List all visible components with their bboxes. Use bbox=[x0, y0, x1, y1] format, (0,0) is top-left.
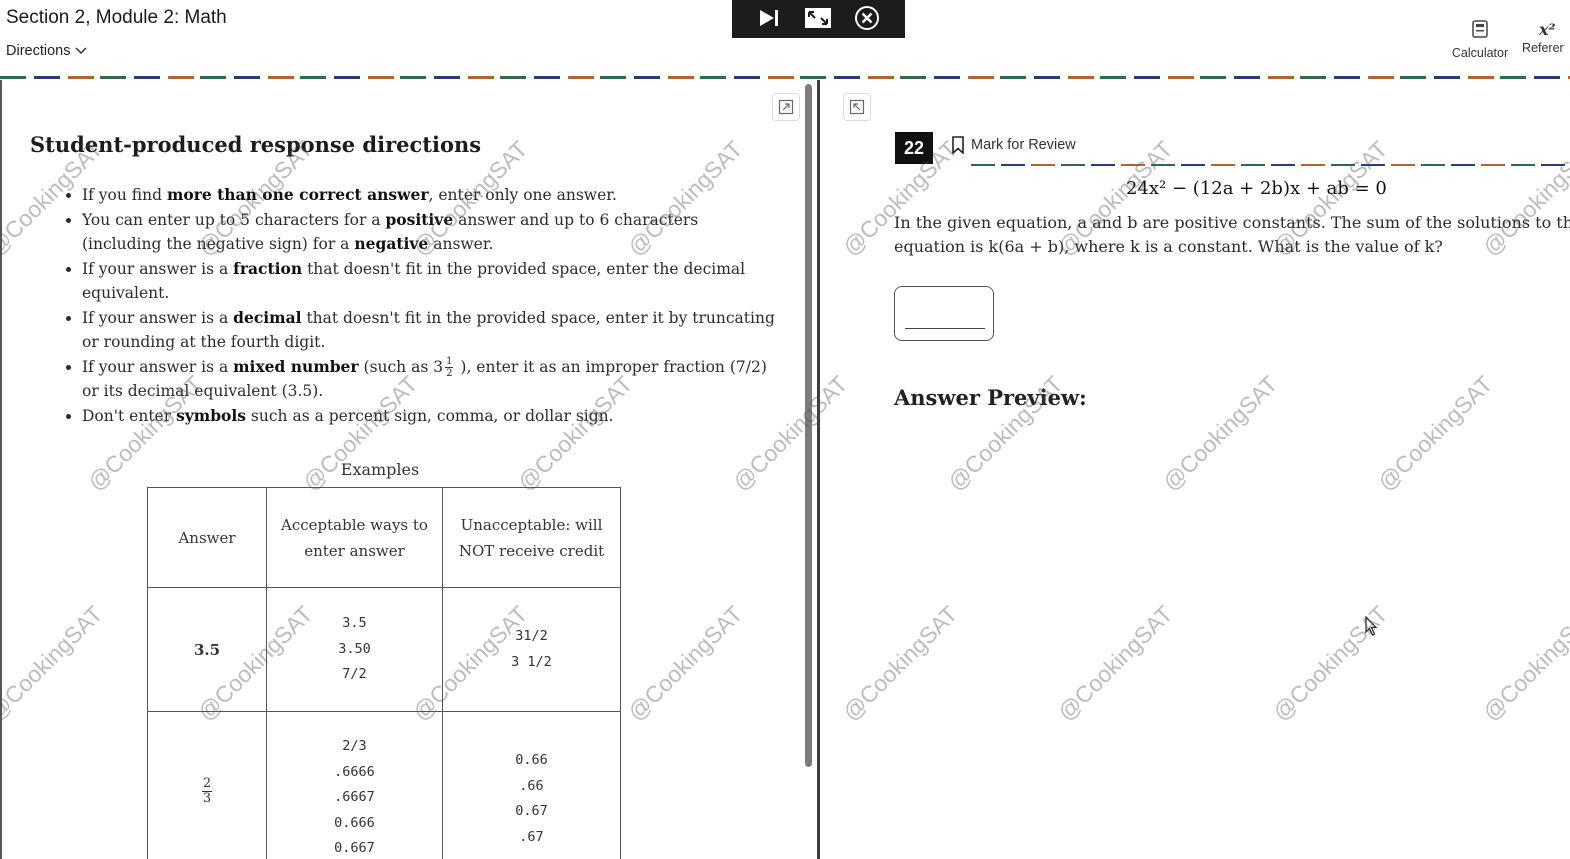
directions-dropdown[interactable]: Directions bbox=[6, 43, 87, 59]
rule-emphasis: more than one correct answer bbox=[166, 185, 429, 204]
question-equation: 24x² − (12a + 2b)x + ab = 0 bbox=[1126, 178, 1387, 199]
rule-text: You can enter up to 5 characters for a bbox=[82, 210, 386, 229]
rule-emphasis: positive bbox=[385, 209, 454, 229]
rule-item: If your answer is a decimal that doesn't… bbox=[82, 306, 782, 355]
cell-value: .6666 bbox=[334, 763, 375, 780]
header-divider bbox=[0, 76, 1570, 79]
rule-text: If you find bbox=[82, 186, 167, 204]
cell-value: 0.667 bbox=[334, 840, 375, 856]
player-control-bar bbox=[732, 0, 905, 38]
question-text-line: In the given equation, a and b are posit… bbox=[894, 213, 1570, 232]
row1-unacceptable: 31/2 3 1/2 bbox=[442, 587, 621, 712]
cell-value: 3 1/2 bbox=[511, 653, 552, 670]
question-text-line: equation is k(6a + b), where k is a cons… bbox=[894, 237, 1443, 256]
cell-value: 31/2 bbox=[515, 628, 548, 644]
calculator-icon bbox=[1472, 20, 1488, 38]
expand-pane-button[interactable] bbox=[772, 93, 800, 121]
cell-value: 0.66 bbox=[515, 752, 548, 768]
answer-fraction: 23 bbox=[201, 776, 213, 806]
row2-answer: 23 bbox=[147, 711, 267, 859]
rule-text: If your answer is a bbox=[82, 259, 234, 278]
question-pane: 22 Mark for Review 24x² − (12a + 2b)x + … bbox=[821, 80, 1570, 859]
answer-input[interactable] bbox=[894, 286, 994, 341]
rule-item: If your answer is a fraction that doesn'… bbox=[82, 257, 782, 306]
directions-scrollbar[interactable] bbox=[805, 84, 812, 767]
fraction-denominator: 2 bbox=[446, 368, 453, 379]
cell-value: 3.50 bbox=[338, 640, 371, 657]
table-row: 3.5 3.5 3.50 7/2 31/2 3 1/2 bbox=[147, 587, 621, 712]
cell-value: .6667 bbox=[334, 789, 375, 805]
fraction-numerator: 2 bbox=[201, 776, 213, 792]
collapse-icon bbox=[849, 99, 865, 115]
cell-value: .67 bbox=[519, 828, 544, 845]
rule-emphasis: decimal bbox=[233, 307, 302, 327]
rule-text: Don't enter bbox=[82, 406, 177, 425]
examples-table: Answer Acceptable ways to enter answer U… bbox=[147, 487, 621, 859]
header-answer: Answer bbox=[147, 487, 267, 588]
collapse-pane-button[interactable] bbox=[843, 93, 871, 121]
reference-button[interactable]: x² Referer bbox=[1522, 20, 1570, 55]
rule-item: If you find more than one correct answer… bbox=[82, 183, 782, 208]
bookmark-icon bbox=[952, 136, 964, 154]
mixed-number-fraction: 12 bbox=[445, 356, 454, 379]
question-text: In the given equation, a and b are posit… bbox=[894, 211, 1570, 259]
directions-heading: Student-produced response directions bbox=[30, 132, 482, 157]
row2-acceptable: 2/3 .6666 .6667 0.666 0.667 bbox=[266, 711, 443, 859]
rule-text: such as a percent sign, comma, or dollar… bbox=[246, 406, 614, 425]
cell-value: 2/3 bbox=[342, 738, 367, 754]
question-number-badge: 22 bbox=[895, 132, 933, 164]
rule-text: (such as bbox=[358, 357, 434, 376]
reference-icon: x² bbox=[1539, 20, 1556, 39]
rule-item: Don't enter symbols such as a percent si… bbox=[82, 404, 782, 429]
rule-emphasis: negative bbox=[354, 234, 429, 253]
rule-emphasis: symbols bbox=[176, 405, 246, 425]
examples-caption: Examples bbox=[340, 460, 420, 479]
rule-text: , enter only one answer. bbox=[428, 186, 617, 204]
rule-item: You can enter up to 5 characters for a p… bbox=[82, 208, 782, 257]
close-icon[interactable] bbox=[852, 4, 882, 32]
pane-divider[interactable] bbox=[817, 80, 820, 859]
cell-value: 0.67 bbox=[515, 803, 548, 819]
directions-pane: Student-produced response directions If … bbox=[0, 80, 814, 859]
top-bar: Section 2, Module 2: Math Directions Cal… bbox=[0, 0, 1570, 79]
cell-value: 0.666 bbox=[334, 814, 375, 831]
rule-text: If your answer is a bbox=[82, 357, 234, 376]
question-header-divider bbox=[971, 164, 1570, 166]
chevron-down-icon bbox=[75, 47, 87, 55]
rule-item: If your answer is a mixed number (such a… bbox=[82, 355, 782, 404]
header-acceptable: Acceptable ways to enter answer bbox=[266, 487, 443, 588]
fraction-denominator: 3 bbox=[202, 791, 212, 806]
answer-input-underline bbox=[905, 328, 985, 329]
row1-answer: 3.5 bbox=[147, 587, 267, 712]
directions-label: Directions bbox=[6, 43, 71, 59]
mixed-number-whole: 3 bbox=[433, 357, 444, 376]
mouse-cursor-icon bbox=[1365, 616, 1378, 636]
table-header-row: Answer Acceptable ways to enter answer U… bbox=[147, 487, 621, 588]
exit-fullscreen-icon[interactable] bbox=[803, 4, 833, 32]
rule-text: If your answer is a bbox=[82, 308, 234, 327]
table-row: 23 2/3 .6666 .6667 0.666 0.667 0.66 .66 … bbox=[147, 711, 621, 859]
rule-emphasis: mixed number bbox=[233, 356, 359, 376]
fraction-numerator: 1 bbox=[445, 356, 454, 368]
answer-preview-label: Answer Preview: bbox=[894, 385, 1087, 410]
cell-value: 3.5 bbox=[342, 615, 367, 632]
header-acceptable-text: Acceptable ways to enter answer bbox=[281, 515, 428, 560]
row1-acceptable: 3.5 3.50 7/2 bbox=[266, 587, 443, 712]
calculator-label: Calculator bbox=[1451, 46, 1509, 60]
section-title: Section 2, Module 2: Math bbox=[6, 7, 227, 28]
mark-for-review-button[interactable]: Mark for Review bbox=[951, 136, 1076, 154]
cell-value: 7/2 bbox=[342, 666, 367, 683]
mark-review-label: Mark for Review bbox=[971, 137, 1076, 153]
rule-text: answer. bbox=[428, 235, 494, 253]
directions-rules-list: If you find more than one correct answer… bbox=[62, 183, 782, 428]
calculator-button[interactable]: Calculator bbox=[1447, 20, 1513, 60]
reference-label: Referer bbox=[1522, 41, 1564, 55]
header-unacceptable: Unacceptable: will NOT receive credit bbox=[442, 487, 621, 588]
skip-icon[interactable] bbox=[754, 4, 784, 32]
rule-emphasis: fraction bbox=[233, 258, 303, 278]
expand-icon bbox=[778, 99, 794, 115]
row2-unacceptable: 0.66 .66 0.67 .67 bbox=[442, 711, 621, 859]
cell-value: .66 bbox=[519, 777, 544, 794]
header-unacceptable-text: Unacceptable: will NOT receive credit bbox=[458, 515, 605, 560]
